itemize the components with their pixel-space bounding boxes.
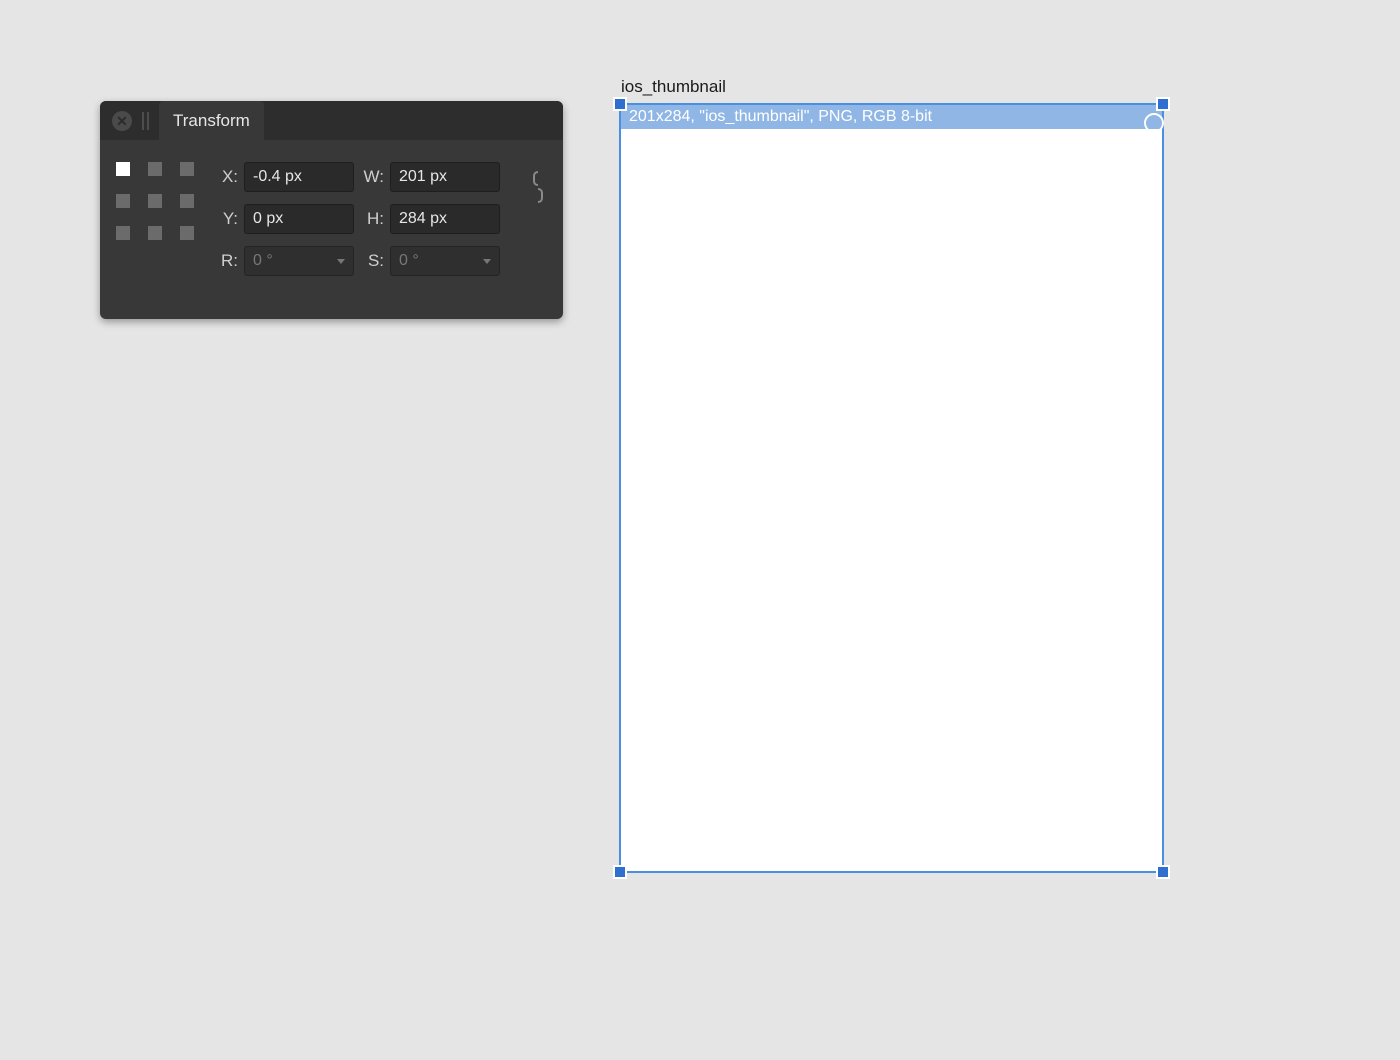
rotation-dropdown[interactable]: 0 °	[244, 246, 354, 276]
x-input[interactable]: -0.4 px	[244, 162, 354, 192]
close-icon[interactable]: ✕	[112, 111, 132, 131]
resize-handle-bottom-right[interactable]	[1156, 865, 1170, 879]
artboard-info-bar: 201x284, "ios_thumbnail", PNG, RGB 8-bit	[621, 105, 1162, 129]
rotation-value: 0 °	[253, 252, 273, 270]
chevron-down-icon	[337, 259, 345, 264]
panel-tabbar: ✕ Transform	[100, 101, 563, 140]
resize-handle-top-left[interactable]	[613, 97, 627, 111]
y-input[interactable]: 0 px	[244, 204, 354, 234]
shear-value: 0 °	[399, 252, 419, 270]
transform-panel: ✕ Transform X: -0.4 px W: 201 px Y: 0 px…	[100, 101, 563, 319]
s-label: S:	[360, 251, 384, 271]
chevron-down-icon	[483, 259, 491, 264]
tab-transform[interactable]: Transform	[159, 101, 264, 140]
transform-panel-body: X: -0.4 px W: 201 px Y: 0 px H: 284 px R…	[100, 140, 563, 278]
resize-handle-top-right[interactable]	[1156, 97, 1170, 111]
transform-fields: X: -0.4 px W: 201 px Y: 0 px H: 284 px R…	[216, 160, 500, 278]
y-label: Y:	[216, 209, 238, 229]
anchor-center-icon[interactable]	[148, 194, 162, 208]
anchor-bottom-right-icon[interactable]	[180, 226, 194, 240]
h-label: H:	[360, 209, 384, 229]
h-input[interactable]: 284 px	[390, 204, 500, 234]
anchor-bottom-left-icon[interactable]	[116, 226, 130, 240]
shear-dropdown[interactable]: 0 °	[390, 246, 500, 276]
w-input[interactable]: 201 px	[390, 162, 500, 192]
anchor-bottom-center-icon[interactable]	[148, 226, 162, 240]
w-label: W:	[360, 167, 384, 187]
anchor-top-center-icon[interactable]	[148, 162, 162, 176]
anchor-top-left-icon[interactable]	[116, 162, 130, 176]
resize-handle-bottom-left[interactable]	[613, 865, 627, 879]
artboard-title[interactable]: ios_thumbnail	[621, 77, 1164, 97]
reference-point-selector[interactable]	[116, 162, 194, 240]
rotate-handle-icon[interactable]	[1144, 113, 1164, 133]
anchor-middle-right-icon[interactable]	[180, 194, 194, 208]
anchor-middle-left-icon[interactable]	[116, 194, 130, 208]
r-label: R:	[216, 251, 238, 271]
anchor-top-right-icon[interactable]	[180, 162, 194, 176]
x-label: X:	[216, 167, 238, 187]
link-dimensions-icon[interactable]	[531, 170, 545, 204]
artboard: ios_thumbnail 201x284, "ios_thumbnail", …	[619, 77, 1164, 873]
drag-grip-icon[interactable]	[142, 112, 149, 130]
artboard-frame[interactable]: 201x284, "ios_thumbnail", PNG, RGB 8-bit	[619, 103, 1164, 873]
